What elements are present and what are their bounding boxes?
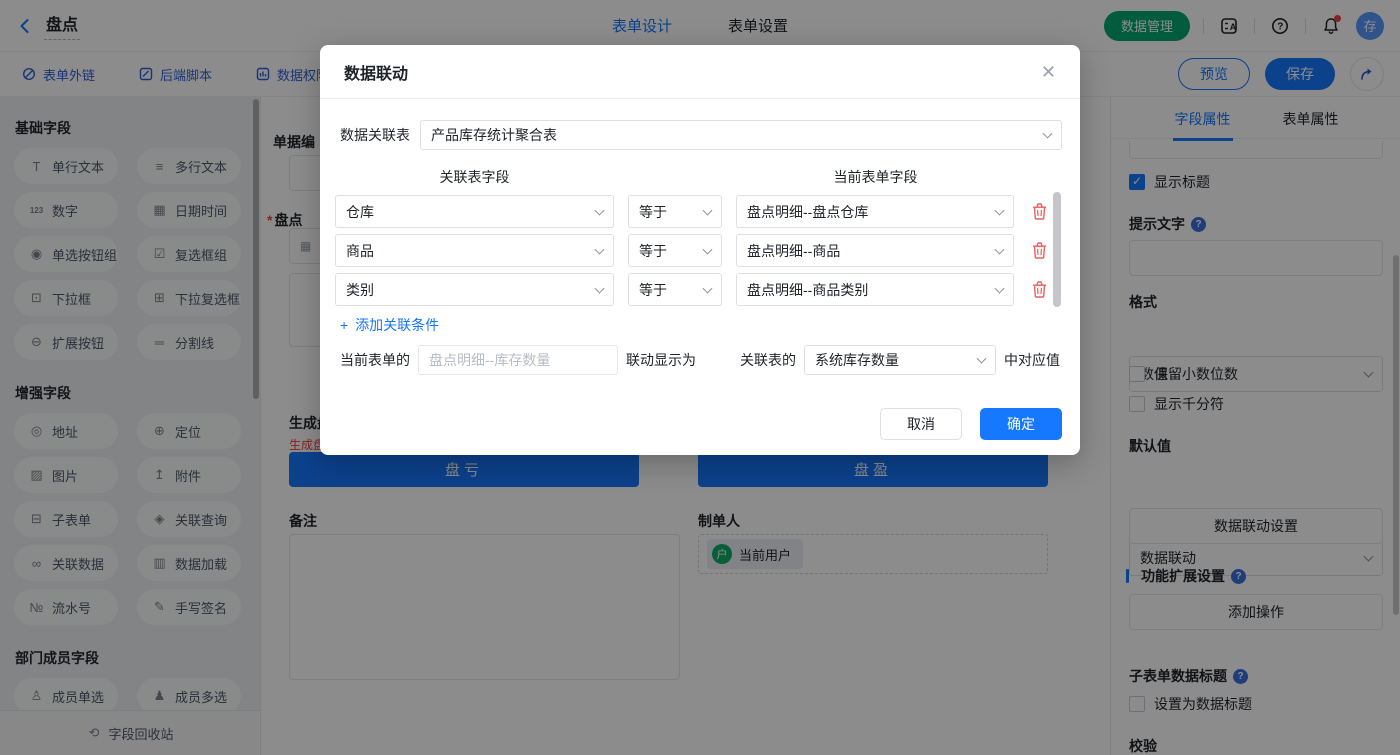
linked-table-row: 数据关联表 产品库存统计聚合表 [340,120,1062,150]
column-header-right: 当前表单字段 [736,167,1015,187]
dialog-header: 数据联动 ✕ [320,45,1080,99]
operator-select-value: 等于 [639,202,667,222]
condition-row: 仓库 等于 盘点明细--盘点仓库 [335,195,1050,228]
related-field-select[interactable]: 系统库存数量 [804,345,996,375]
cancel-button[interactable]: 取消 [880,408,962,440]
chevron-down-icon [595,205,605,215]
current-form-field-select-value: 盘点明细--商品类别 [747,280,868,300]
chevron-down-icon [703,283,713,293]
mapping-mid-label: 联动显示为 [626,350,696,370]
operator-select[interactable]: 等于 [628,234,722,267]
operator-select-value: 等于 [639,241,667,261]
delete-condition-button[interactable] [1028,234,1050,267]
related-field-value: 系统库存数量 [815,350,899,370]
delete-condition-button[interactable] [1028,195,1050,228]
chevron-down-icon [595,283,605,293]
chevron-down-icon [703,205,713,215]
current-form-field-select-value: 盘点明细--盘点仓库 [747,202,868,222]
add-condition-label: 添加关联条件 [355,315,439,335]
chevron-down-icon [995,205,1005,215]
chevron-down-icon [995,244,1005,254]
mapping-suffix-label: 中对应值 [1004,350,1060,370]
add-condition-link[interactable]: + 添加关联条件 [340,315,439,335]
chevron-down-icon [977,354,987,364]
mapping-row: 当前表单的 盘点明细--库存数量 联动显示为 关联表的 系统库存数量 中对应值 [340,345,1060,375]
linked-table-value: 产品库存统计聚合表 [431,125,557,145]
current-form-field-select[interactable]: 盘点明细--商品 [736,234,1014,267]
related-table-field-select-value: 类别 [346,280,374,300]
chevron-down-icon [995,283,1005,293]
chevron-down-icon [1043,129,1053,139]
trash-icon [1032,242,1047,259]
related-table-field-select[interactable]: 仓库 [335,195,614,228]
dialog-scrollbar[interactable] [1053,192,1061,307]
related-table-field-select[interactable]: 类别 [335,273,614,306]
current-form-field-select[interactable]: 盘点明细--商品类别 [736,273,1014,306]
linked-table-label: 数据关联表 [340,125,410,145]
trash-icon [1032,203,1047,220]
confirm-button[interactable]: 确定 [980,408,1062,440]
column-header-left: 关联表字段 [335,167,614,187]
current-form-field-select[interactable]: 盘点明细--盘点仓库 [736,195,1014,228]
condition-row: 商品 等于 盘点明细--商品 [335,234,1050,267]
dialog-footer: 取消 确定 [880,408,1062,440]
data-linkage-dialog: 数据联动 ✕ 数据关联表 产品库存统计聚合表 关联表字段 当前表单字段 仓库等于… [320,45,1080,455]
delete-condition-button[interactable] [1028,273,1050,306]
related-table-field-select-value: 仓库 [346,202,374,222]
dialog-title: 数据联动 [344,60,408,84]
related-table-field-select-value: 商品 [346,241,374,261]
related-table-field-select[interactable]: 商品 [335,234,614,267]
trash-icon [1032,281,1047,298]
chevron-down-icon [595,244,605,254]
chevron-down-icon [703,244,713,254]
linked-table-select[interactable]: 产品库存统计聚合表 [420,120,1062,150]
plus-icon: + [340,317,348,333]
current-field-input[interactable]: 盘点明细--库存数量 [418,345,618,375]
mapping-prefix-label: 当前表单的 [340,350,410,370]
condition-row: 类别 等于 盘点明细--商品类别 [335,273,1050,306]
operator-select[interactable]: 等于 [628,273,722,306]
app: 盘点 表单设计 表单设置 数据管理 A ? 存 表单外链 [0,0,1400,755]
current-form-field-select-value: 盘点明细--商品 [747,241,840,261]
condition-rows: 仓库等于盘点明细--盘点仓库商品等于盘点明细--商品类别等于盘点明细--商品类别 [335,195,1050,312]
close-icon[interactable]: ✕ [1041,63,1056,81]
mapping-rel-label: 关联表的 [740,350,796,370]
operator-select-value: 等于 [639,280,667,300]
operator-select[interactable]: 等于 [628,195,722,228]
